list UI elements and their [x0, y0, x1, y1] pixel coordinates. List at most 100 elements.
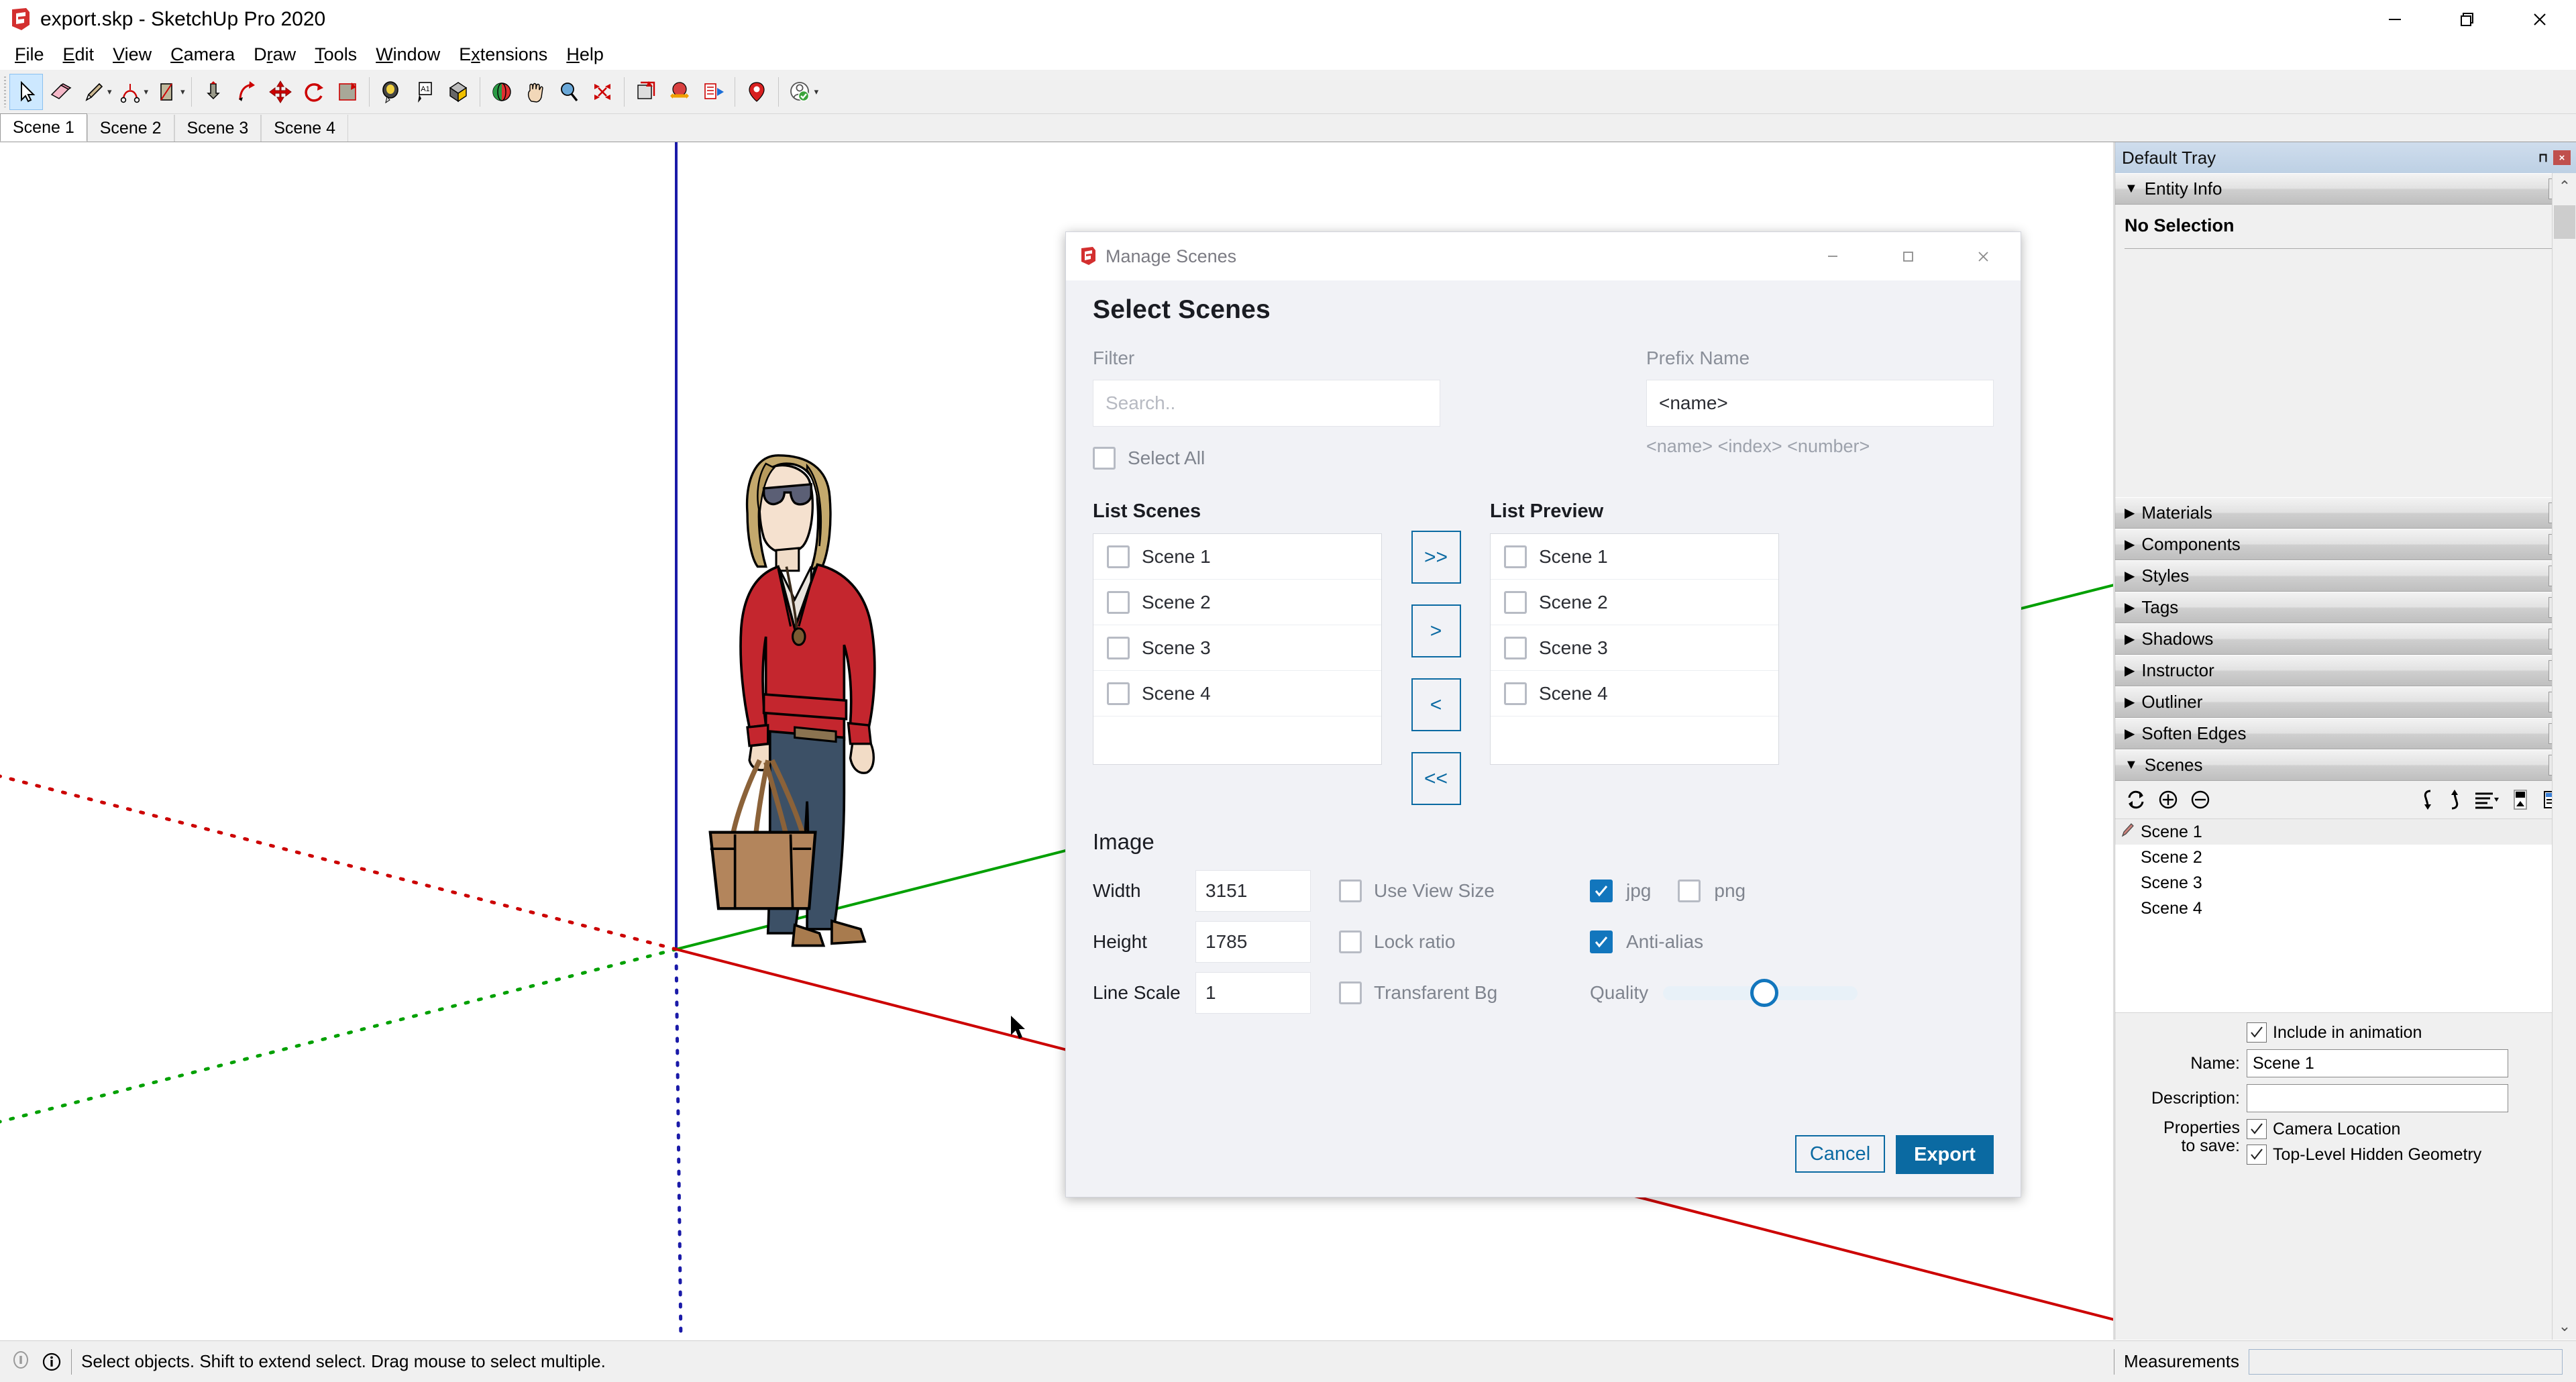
- eraser-tool[interactable]: [43, 74, 76, 110]
- list-lines-dropdown-icon[interactable]: [2473, 788, 2500, 811]
- rectangle-tool[interactable]: [150, 74, 183, 110]
- offset-tool[interactable]: [331, 74, 364, 110]
- panel-header-components[interactable]: ▶ Components ×: [2115, 529, 2576, 560]
- scene-list-item[interactable]: Scene 2: [2115, 845, 2576, 870]
- scene-name-input[interactable]: Scene 1: [2247, 1049, 2508, 1077]
- scene-tab-2[interactable]: Scene 2: [87, 115, 174, 142]
- scene-list-item[interactable]: Scene 1: [2115, 819, 2576, 845]
- list-preview-item[interactable]: Scene 1: [1491, 534, 1778, 580]
- previous-view-tool[interactable]: [629, 74, 663, 110]
- minimize-button[interactable]: [2359, 0, 2431, 39]
- list-preview-item-checkbox[interactable]: [1504, 545, 1527, 568]
- menu-tools[interactable]: Tools: [305, 42, 366, 68]
- panel-header-styles[interactable]: ▶ Styles ×: [2115, 560, 2576, 592]
- transparent-bg-row[interactable]: Transfarent Bg: [1339, 971, 1554, 1014]
- menu-extensions[interactable]: Extensions: [449, 42, 557, 68]
- scene-tab-4[interactable]: Scene 4: [261, 115, 348, 142]
- menu-camera[interactable]: Camera: [161, 42, 244, 68]
- list-preview-item[interactable]: Scene 2: [1491, 580, 1778, 625]
- menu-file[interactable]: File: [5, 42, 54, 68]
- panel-header-instructor[interactable]: ▶ Instructor ×: [2115, 655, 2576, 686]
- list-preview-box[interactable]: Scene 1 Scene 2 Scene 3 Scene 4: [1490, 533, 1779, 765]
- hidden-geometry-checkbox[interactable]: [2247, 1145, 2267, 1165]
- undo-tool[interactable]: [663, 74, 696, 110]
- minus-circle-icon[interactable]: [2189, 788, 2212, 811]
- use-view-size-checkbox[interactable]: [1339, 880, 1362, 902]
- menu-help[interactable]: Help: [557, 42, 613, 68]
- follow-me-tool[interactable]: [230, 74, 264, 110]
- lock-ratio-row[interactable]: Lock ratio: [1339, 920, 1554, 963]
- anti-alias-checkbox[interactable]: [1590, 931, 1613, 953]
- transparent-bg-checkbox[interactable]: [1339, 981, 1362, 1004]
- panel-header-tags[interactable]: ▶ Tags ×: [2115, 592, 2576, 623]
- list-preview-item-checkbox[interactable]: [1504, 682, 1527, 705]
- panel-header-soften-edges[interactable]: ▶ Soften Edges ×: [2115, 718, 2576, 749]
- select-tool[interactable]: [9, 74, 43, 110]
- tape-measure-tool[interactable]: [374, 74, 408, 110]
- jpg-checkbox[interactable]: [1590, 880, 1613, 902]
- panel-header-scenes[interactable]: ▼ Scenes ×: [2115, 749, 2576, 781]
- panel-header-materials[interactable]: ▶ Materials ×: [2115, 497, 2576, 529]
- arc-tool[interactable]: [113, 74, 147, 110]
- menu-edit[interactable]: Edit: [54, 42, 104, 68]
- rotate-tool[interactable]: [297, 74, 331, 110]
- zoom-tool[interactable]: [552, 74, 586, 110]
- quality-slider-thumb[interactable]: [1750, 979, 1778, 1007]
- filter-search-input[interactable]: Search..: [1093, 380, 1440, 427]
- hidden-geometry-row[interactable]: Top-Level Hidden Geometry: [2247, 1145, 2481, 1165]
- camera-location-row[interactable]: Camera Location: [2247, 1119, 2481, 1139]
- scene-list-item[interactable]: Scene 3: [2115, 870, 2576, 896]
- camera-location-checkbox[interactable]: [2247, 1119, 2267, 1139]
- chevron-down-icon[interactable]: ⌄: [2553, 1313, 2576, 1340]
- push-pull-tool[interactable]: [197, 74, 230, 110]
- list-scenes-item[interactable]: Scene 3: [1093, 625, 1381, 671]
- scene-tab-1[interactable]: Scene 1: [0, 113, 87, 142]
- prefix-name-input[interactable]: <name>: [1646, 380, 1994, 427]
- export-button[interactable]: Export: [1896, 1135, 1994, 1174]
- menu-view[interactable]: View: [103, 42, 161, 68]
- height-input[interactable]: 1785: [1195, 921, 1311, 963]
- anti-alias-row[interactable]: Anti-alias: [1590, 920, 1994, 963]
- list-scenes-item[interactable]: Scene 1: [1093, 534, 1381, 580]
- line-tool[interactable]: [76, 74, 110, 110]
- width-input[interactable]: 3151: [1195, 870, 1311, 912]
- scrollbar-thumb[interactable]: [2554, 205, 2575, 239]
- zoom-extents-tool[interactable]: [586, 74, 619, 110]
- include-in-animation-row[interactable]: Include in animation: [2247, 1022, 2422, 1043]
- select-all-checkbox[interactable]: [1093, 447, 1116, 470]
- cancel-button[interactable]: Cancel: [1795, 1135, 1885, 1173]
- list-scenes-item-checkbox[interactable]: [1107, 637, 1130, 659]
- lock-ratio-checkbox[interactable]: [1339, 931, 1362, 953]
- move-right-button[interactable]: >: [1411, 604, 1461, 657]
- list-preview-item-checkbox[interactable]: [1504, 591, 1527, 614]
- use-view-size-row[interactable]: Use View Size: [1339, 869, 1554, 912]
- tray-close-button[interactable]: ×: [2553, 150, 2571, 165]
- line-scale-input[interactable]: 1: [1195, 972, 1311, 1014]
- list-preview-item[interactable]: Scene 4: [1491, 671, 1778, 716]
- pan-tool[interactable]: [519, 74, 552, 110]
- account-tool[interactable]: [784, 74, 817, 110]
- list-scenes-item[interactable]: Scene 4: [1093, 671, 1381, 716]
- list-scenes-box[interactable]: Scene 1 Scene 2 Scene 3 Scene 4: [1093, 533, 1382, 765]
- scene-description-input[interactable]: [2247, 1084, 2508, 1112]
- refresh-circular-icon[interactable]: [2125, 788, 2147, 811]
- panel-header-outliner[interactable]: ▶ Outliner ×: [2115, 686, 2576, 718]
- move-tool[interactable]: [264, 74, 297, 110]
- sort-panel-icon[interactable]: [2509, 788, 2532, 811]
- panel-header-shadows[interactable]: ▶ Shadows ×: [2115, 623, 2576, 655]
- include-in-animation-checkbox[interactable]: [2247, 1022, 2267, 1043]
- scene-list-item[interactable]: Scene 4: [2115, 896, 2576, 921]
- list-scenes-item-checkbox[interactable]: [1107, 591, 1130, 614]
- close-button[interactable]: [2504, 0, 2576, 39]
- quality-slider[interactable]: [1663, 986, 1858, 1000]
- menu-draw[interactable]: Draw: [244, 42, 305, 68]
- panel-header-entity-info[interactable]: ▼ Entity Info ×: [2115, 173, 2576, 205]
- arrow-up-hook-icon[interactable]: [2446, 788, 2463, 811]
- move-left-button[interactable]: <: [1411, 678, 1461, 731]
- measurements-input[interactable]: [2249, 1349, 2563, 1375]
- move-all-left-button[interactable]: <<: [1411, 752, 1461, 805]
- menu-window[interactable]: Window: [366, 42, 449, 68]
- dialog-maximize-button[interactable]: [1870, 232, 1945, 280]
- model-info-tool[interactable]: [740, 74, 773, 110]
- plus-circle-icon[interactable]: [2157, 788, 2180, 811]
